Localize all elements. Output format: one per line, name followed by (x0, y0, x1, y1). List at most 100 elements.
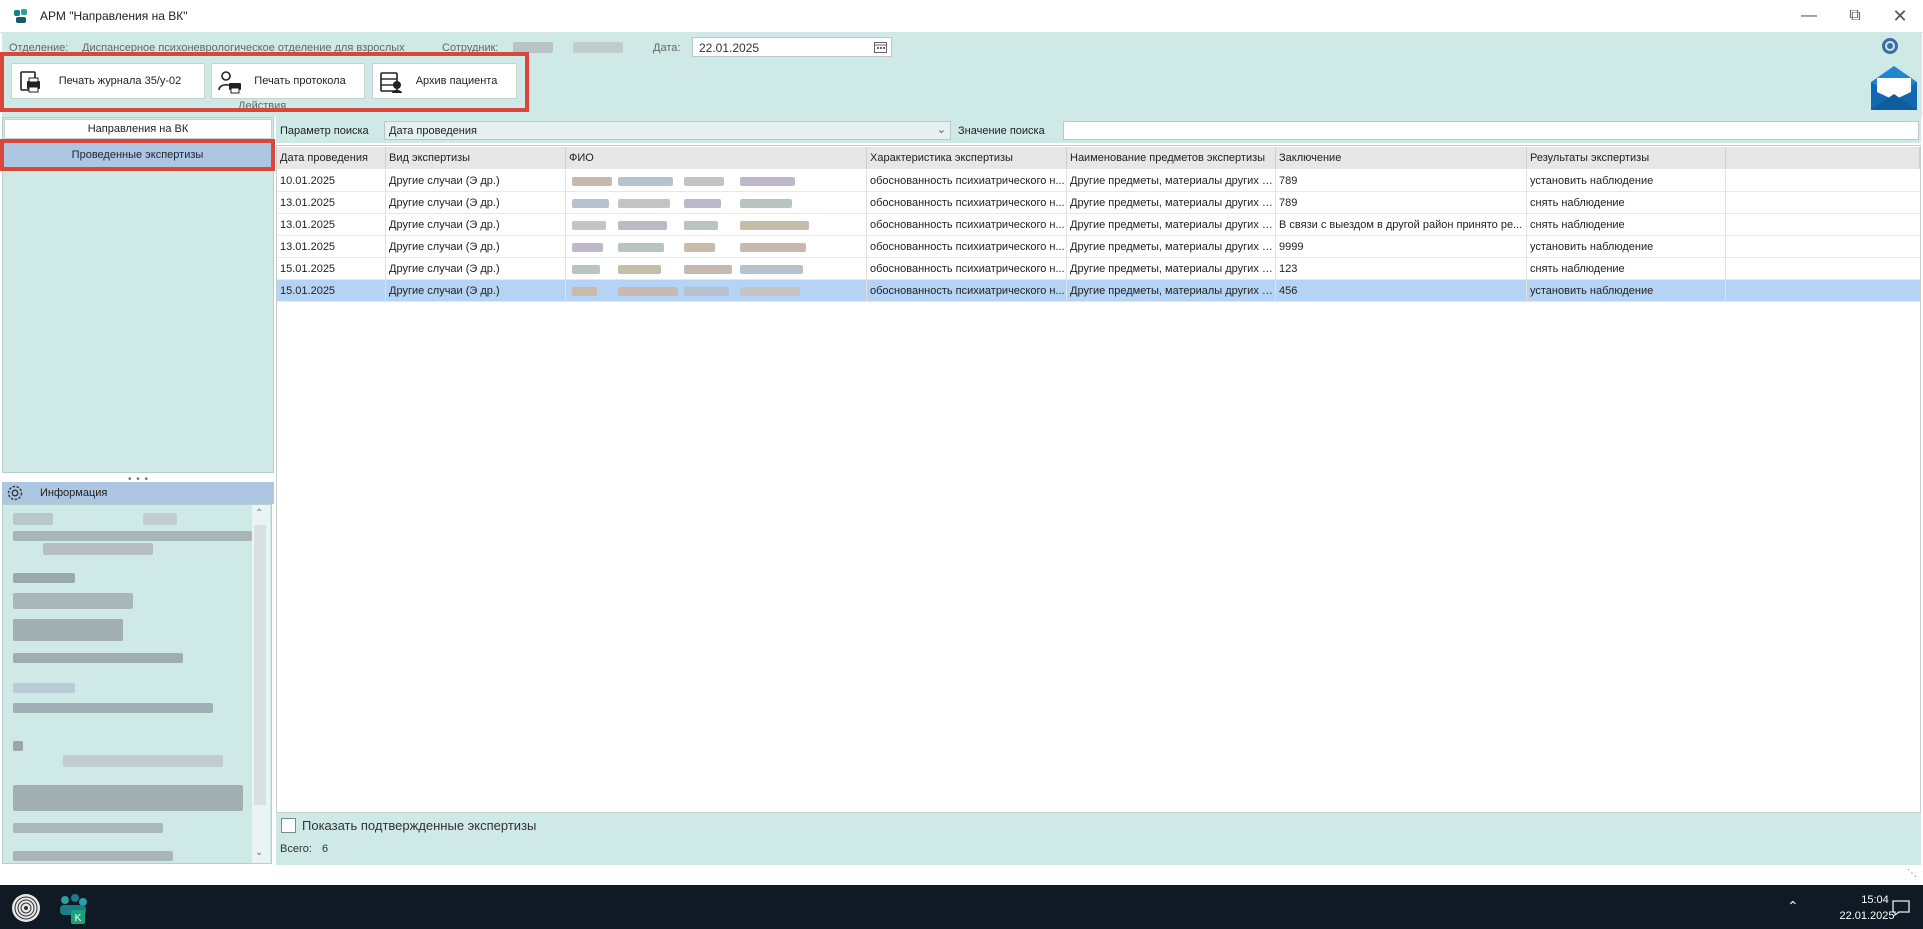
cell-characteristic[interactable]: обоснованность психиатрического н... (867, 280, 1067, 302)
redacted-block (13, 531, 253, 541)
column-header-date[interactable]: Дата проведения (277, 147, 386, 169)
cell-type[interactable]: Другие случаи (Э др.) (386, 258, 566, 280)
app-icon (14, 9, 27, 23)
start-button-icon[interactable] (10, 892, 42, 924)
date-value: 22.01.2025 (699, 41, 760, 55)
show-confirmed-checkbox[interactable] (281, 818, 296, 833)
cell-type[interactable]: Другие случаи (Э др.) (386, 192, 566, 214)
cell-type[interactable]: Другие случаи (Э др.) (386, 280, 566, 302)
redacted-name-block (740, 287, 800, 296)
cell-items[interactable]: Другие предметы, материалы других эк... (1067, 258, 1276, 280)
taskbar-app-icon[interactable]: K (57, 892, 89, 924)
cell-result[interactable]: снять наблюдение (1527, 214, 1726, 236)
search-param-label: Параметр поиска (280, 125, 369, 137)
chevron-down-icon: ⌄ (936, 124, 946, 136)
cell-conclusion[interactable]: 789 (1276, 192, 1527, 214)
cell-result[interactable]: снять наблюдение (1527, 192, 1726, 214)
cell-date[interactable]: 10.01.2025 (277, 170, 386, 192)
redacted-block (13, 683, 75, 693)
date-label: Дата: (653, 42, 681, 54)
cell-items[interactable]: Другие предметы, материалы других эк... (1067, 192, 1276, 214)
close-button[interactable]: ✕ (1877, 0, 1923, 32)
cell-date[interactable]: 15.01.2025 (277, 258, 386, 280)
redacted-name-block (572, 243, 603, 252)
notification-icon[interactable] (1892, 899, 1910, 917)
redacted-block (143, 513, 177, 525)
search-value-label: Значение поиска (958, 125, 1045, 137)
redacted-name-block (618, 199, 670, 208)
search-value-input[interactable] (1063, 121, 1919, 140)
maximize-button[interactable]: ⧉ (1832, 0, 1878, 32)
cell-result[interactable]: установить наблюдение (1527, 170, 1726, 192)
cell-date[interactable]: 15.01.2025 (277, 280, 386, 302)
resize-grip-icon[interactable]: ⋱ (1907, 868, 1917, 879)
cell-date[interactable]: 13.01.2025 (277, 214, 386, 236)
gear-icon[interactable] (6, 484, 24, 502)
taskbar (0, 885, 1923, 929)
redacted-name-block (618, 243, 664, 252)
show-confirmed-label[interactable]: Показать подтвержденные экспертизы (302, 818, 536, 833)
cell-type[interactable]: Другие случаи (Э др.) (386, 170, 566, 192)
cell-fio[interactable] (566, 192, 867, 214)
column-header-conclusion[interactable]: Заключение (1276, 147, 1527, 169)
info-scrollbar-thumb[interactable] (254, 525, 266, 805)
redacted-name-block (618, 221, 667, 230)
cell-type[interactable]: Другие случаи (Э др.) (386, 214, 566, 236)
column-header-characteristic[interactable]: Характеристика экспертизы (867, 147, 1067, 169)
cell-characteristic[interactable]: обоснованность психиатрического н... (867, 192, 1067, 214)
redacted-name-block (740, 199, 792, 208)
cell-fio[interactable] (566, 280, 867, 302)
cell-fio[interactable] (566, 236, 867, 258)
cell-result[interactable]: установить наблюдение (1527, 236, 1726, 258)
cell-conclusion[interactable]: В связи с выездом в другой район принято… (1276, 214, 1527, 236)
tray-chevron-icon[interactable]: ⌃ (1787, 898, 1799, 915)
total-label: Всего: (280, 843, 312, 855)
redacted-name-block (740, 177, 795, 186)
cell-items[interactable]: Другие предметы, материалы других эк... (1067, 170, 1276, 192)
cell-characteristic[interactable]: обоснованность психиатрического н... (867, 258, 1067, 280)
redacted-block (13, 619, 123, 641)
cell-date[interactable]: 13.01.2025 (277, 192, 386, 214)
cell-items[interactable]: Другие предметы, материалы других эк... (1067, 214, 1276, 236)
cell-conclusion[interactable]: 9999 (1276, 236, 1527, 258)
cell-items[interactable]: Другие предметы, материалы других эк... (1067, 236, 1276, 258)
redacted-block (13, 823, 163, 833)
cell-conclusion[interactable]: 456 (1276, 280, 1527, 302)
cell-type[interactable]: Другие случаи (Э др.) (386, 236, 566, 258)
redacted-name-block (618, 265, 661, 274)
redacted-name-block (572, 221, 606, 230)
cell-fio[interactable] (566, 170, 867, 192)
cell-fio[interactable] (566, 258, 867, 280)
calendar-icon[interactable] (874, 41, 887, 53)
redacted-name-block (572, 199, 609, 208)
search-param-select[interactable]: Дата проведения ⌄ (384, 121, 951, 140)
cell-characteristic[interactable]: обоснованность психиатрического н... (867, 214, 1067, 236)
column-header-type[interactable]: Вид экспертизы (386, 147, 566, 169)
date-input[interactable]: 22.01.2025 (692, 37, 892, 57)
cell-conclusion[interactable]: 123 (1276, 258, 1527, 280)
envelope-icon[interactable] (1869, 64, 1919, 112)
gear-icon[interactable] (1880, 36, 1900, 56)
scroll-up-icon[interactable]: ⌃ (255, 508, 263, 519)
cell-date[interactable]: 13.01.2025 (277, 236, 386, 258)
redacted-block (13, 851, 173, 861)
cell-conclusion[interactable]: 789 (1276, 170, 1527, 192)
nav-item-directions[interactable]: Направления на ВК (4, 119, 272, 139)
redacted-name-block (684, 243, 715, 252)
cell-characteristic[interactable]: обоснованность психиатрического н... (867, 236, 1067, 258)
total-count: 6 (322, 843, 329, 855)
column-header-items[interactable]: Наименование предметов экспертизы (1067, 147, 1276, 169)
redacted-name-block (684, 177, 724, 186)
cell-items[interactable]: Другие предметы, материалы других эк... (1067, 280, 1276, 302)
scroll-down-icon[interactable]: ⌄ (255, 847, 263, 858)
cell-fio[interactable] (566, 214, 867, 236)
cell-result[interactable]: установить наблюдение (1527, 280, 1726, 302)
cell-characteristic[interactable]: обоснованность психиатрического н... (867, 170, 1067, 192)
redacted-name-block (684, 221, 718, 230)
cell-result[interactable]: снять наблюдение (1527, 258, 1726, 280)
minimize-button[interactable]: — (1786, 0, 1832, 32)
redacted-block (13, 653, 183, 663)
column-header-fio[interactable]: ФИО (566, 147, 867, 169)
column-header-result[interactable]: Результаты экспертизы (1527, 147, 1726, 169)
redacted-name-block (740, 265, 803, 274)
